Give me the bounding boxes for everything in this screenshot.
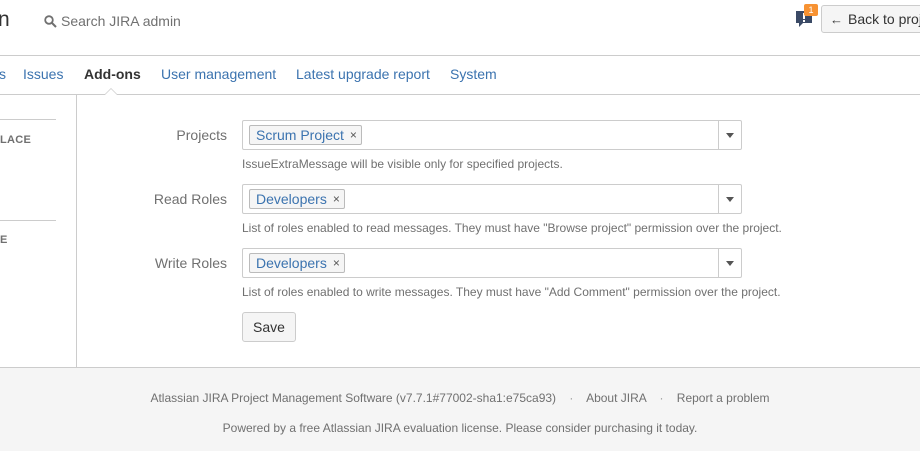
tab-system[interactable]: System <box>450 66 497 82</box>
sidebar: LACE E <box>0 95 77 367</box>
app-title[interactable]: n <box>0 8 10 32</box>
footer-version: Atlassian JIRA Project Management Softwa… <box>150 391 557 405</box>
notification-badge: 1 <box>804 4 818 16</box>
sidebar-divider <box>0 220 56 221</box>
about-jira-link[interactable]: About JIRA <box>586 391 646 405</box>
project-token-label: Scrum Project <box>256 127 344 143</box>
projects-select[interactable]: Scrum Project × <box>242 120 742 150</box>
write-role-token-label: Developers <box>256 255 327 271</box>
read-roles-label: Read Roles <box>153 191 227 207</box>
search-icon <box>44 14 57 28</box>
admin-search-label: Search JIRA admin <box>61 13 181 29</box>
write-roles-label: Write Roles <box>154 255 227 271</box>
chevron-down-icon[interactable] <box>718 249 741 277</box>
back-to-project-button[interactable]: ← Back to project <box>821 5 920 33</box>
tab-applications[interactable]: s <box>0 66 6 82</box>
save-button[interactable]: Save <box>242 312 296 342</box>
footer-links: Atlassian JIRA Project Management Softwa… <box>0 391 920 405</box>
close-icon[interactable]: × <box>350 125 357 145</box>
header: n Search JIRA admin 1 ← Back to project <box>0 0 920 56</box>
write-roles-select[interactable]: Developers × <box>242 248 742 278</box>
admin-search[interactable]: Search JIRA admin <box>44 11 181 31</box>
projects-label: Projects <box>176 127 227 143</box>
chevron-down-icon[interactable] <box>718 121 741 149</box>
write-role-token[interactable]: Developers × <box>249 253 345 273</box>
close-icon[interactable]: × <box>333 189 340 209</box>
footer-separator: · <box>569 391 574 405</box>
sidebar-heading-marketplace: LACE <box>0 134 32 146</box>
write-roles-help: List of roles enabled to write messages.… <box>242 285 781 299</box>
sidebar-divider <box>0 119 56 120</box>
close-icon[interactable]: × <box>333 253 340 273</box>
read-role-token[interactable]: Developers × <box>249 189 345 209</box>
projects-help: IssueExtraMessage will be visible only f… <box>242 157 563 171</box>
footer-license: Powered by a free Atlassian JIRA evaluat… <box>222 421 698 435</box>
arrow-left-icon: ← <box>830 11 843 27</box>
project-token[interactable]: Scrum Project × <box>249 125 362 145</box>
read-role-token-label: Developers <box>256 191 327 207</box>
read-roles-select[interactable]: Developers × <box>242 184 742 214</box>
chevron-down-icon[interactable] <box>718 185 741 213</box>
active-tab-indicator-inner <box>105 89 117 95</box>
back-to-project-label: Back to project <box>848 11 920 27</box>
report-problem-link[interactable]: Report a problem <box>677 391 770 405</box>
tab-latest-upgrade-report[interactable]: Latest upgrade report <box>296 66 430 82</box>
footer: Atlassian JIRA Project Management Softwa… <box>0 367 920 451</box>
footer-separator: · <box>659 391 664 405</box>
read-roles-help: List of roles enabled to read messages. … <box>242 221 782 235</box>
tab-issues[interactable]: Issues <box>23 66 63 82</box>
admin-tabs: s Issues Add-ons User management Latest … <box>0 56 920 95</box>
sidebar-heading-manage: E <box>0 234 8 246</box>
tab-user-management[interactable]: User management <box>161 66 276 82</box>
tab-add-ons[interactable]: Add-ons <box>84 66 141 82</box>
